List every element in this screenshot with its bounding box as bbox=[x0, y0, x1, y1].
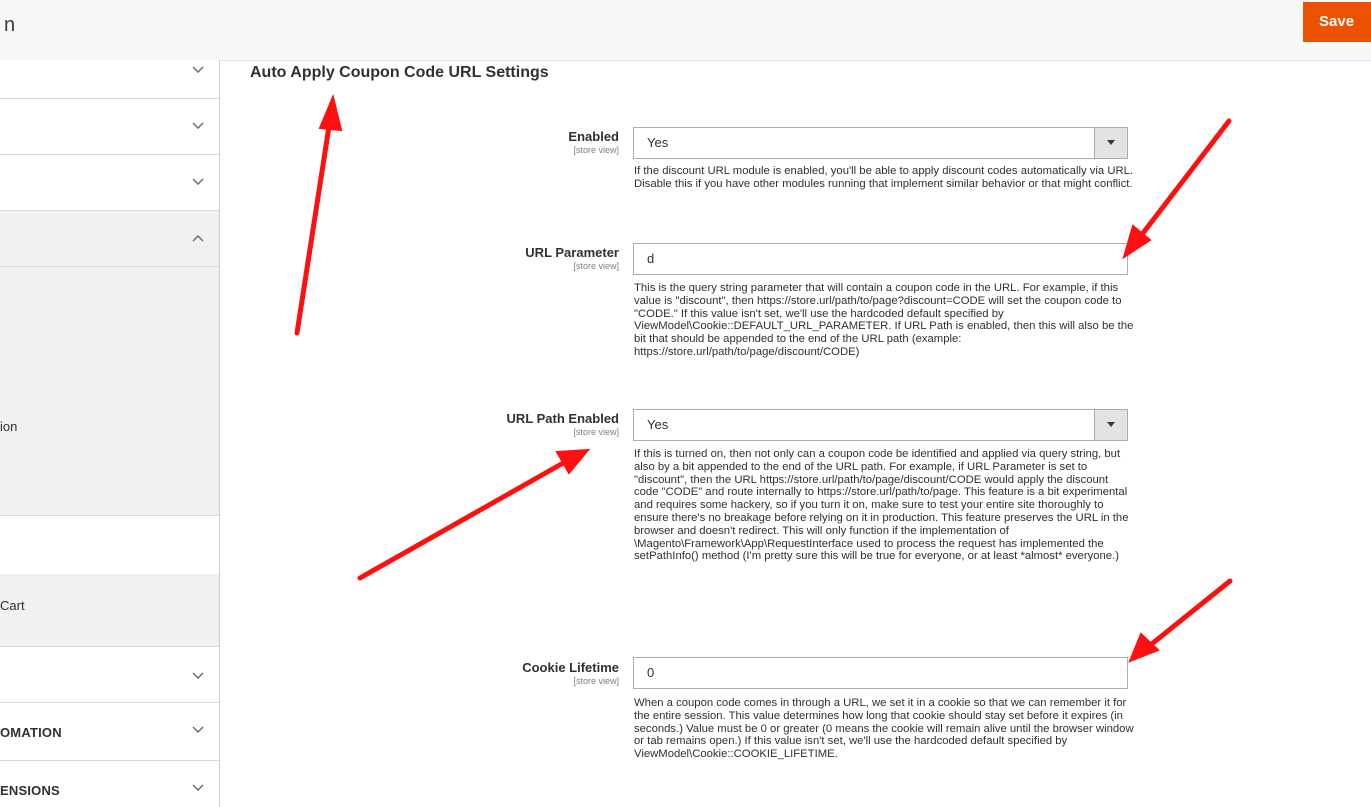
cookie-lifetime-scope: [store view] bbox=[573, 676, 619, 686]
url-parameter-label: URL Parameter bbox=[525, 245, 619, 260]
arrow-to-url-parameter bbox=[1137, 118, 1232, 240]
url-path-enabled-scope: [store view] bbox=[573, 427, 619, 437]
arrow-to-section-title bbox=[294, 117, 333, 336]
sidebar-item-1[interactable] bbox=[0, 60, 219, 99]
sidebar-item-label: Cart bbox=[0, 598, 25, 613]
enabled-scope: [store view] bbox=[573, 145, 619, 155]
url-parameter-note: This is the query string parameter that … bbox=[634, 282, 1134, 358]
url-parameter-scope: [store view] bbox=[573, 261, 619, 271]
page-header: n bbox=[0, 0, 1371, 61]
cookie-lifetime-label: Cookie Lifetime bbox=[522, 660, 619, 675]
enabled-note: If the discount URL module is enabled, y… bbox=[634, 165, 1134, 190]
chevron-down-icon bbox=[191, 669, 205, 683]
url-path-enabled-note: If this is turned on, then not only can … bbox=[634, 448, 1129, 563]
sidebar-item-extensions[interactable]: ENSIONS bbox=[0, 761, 219, 807]
chevron-down-icon bbox=[191, 723, 205, 737]
url-path-enabled-label: URL Path Enabled bbox=[506, 411, 619, 426]
arrow-to-cookie-lifetime bbox=[1145, 578, 1233, 650]
sidebar-item-7[interactable] bbox=[0, 647, 219, 703]
page-title: n bbox=[4, 14, 16, 36]
config-sidebar: ion Cart OMATION ENSIONS bbox=[0, 60, 220, 807]
section-title[interactable]: Auto Apply Coupon Code URL Settings bbox=[250, 64, 549, 82]
sidebar-subsection: ion bbox=[0, 267, 219, 516]
cookie-lifetime-value: 0 bbox=[647, 665, 655, 680]
url-parameter-input[interactable]: d bbox=[633, 243, 1128, 275]
dropdown-arrow-icon bbox=[1094, 410, 1127, 440]
chevron-up-icon bbox=[191, 231, 205, 245]
enabled-select-value: Yes bbox=[647, 135, 669, 150]
dropdown-arrow-icon bbox=[1094, 128, 1127, 158]
arrow-head bbox=[1128, 632, 1160, 663]
sidebar-subitem[interactable]: ion bbox=[0, 419, 17, 434]
enabled-select[interactable]: Yes bbox=[633, 127, 1128, 159]
chevron-down-icon bbox=[191, 63, 205, 77]
chevron-down-icon bbox=[191, 119, 205, 133]
arrow-to-url-path-enabled bbox=[357, 459, 568, 581]
cookie-lifetime-input[interactable]: 0 bbox=[633, 657, 1128, 689]
arrow-head bbox=[555, 448, 591, 475]
enabled-label: Enabled bbox=[568, 129, 619, 144]
sidebar-item-2[interactable] bbox=[0, 99, 219, 155]
sidebar-item-cart[interactable]: Cart bbox=[0, 574, 219, 647]
sidebar-item-4-expanded[interactable] bbox=[0, 211, 219, 267]
sidebar-item-label: OMATION bbox=[0, 725, 62, 740]
save-config-button[interactable]: Save bbox=[1303, 2, 1371, 42]
url-parameter-value: d bbox=[647, 251, 655, 266]
url-path-enabled-select-value: Yes bbox=[647, 417, 669, 432]
sidebar-item-label: ENSIONS bbox=[0, 783, 60, 798]
chevron-down-icon bbox=[191, 781, 205, 795]
chevron-down-icon bbox=[191, 175, 205, 189]
sidebar-item-3[interactable] bbox=[0, 155, 219, 211]
sidebar-item-automation[interactable]: OMATION bbox=[0, 703, 219, 761]
arrow-head bbox=[318, 93, 343, 132]
url-path-enabled-select[interactable]: Yes bbox=[633, 409, 1128, 441]
cookie-lifetime-note: When a coupon code comes in through a UR… bbox=[634, 697, 1134, 761]
